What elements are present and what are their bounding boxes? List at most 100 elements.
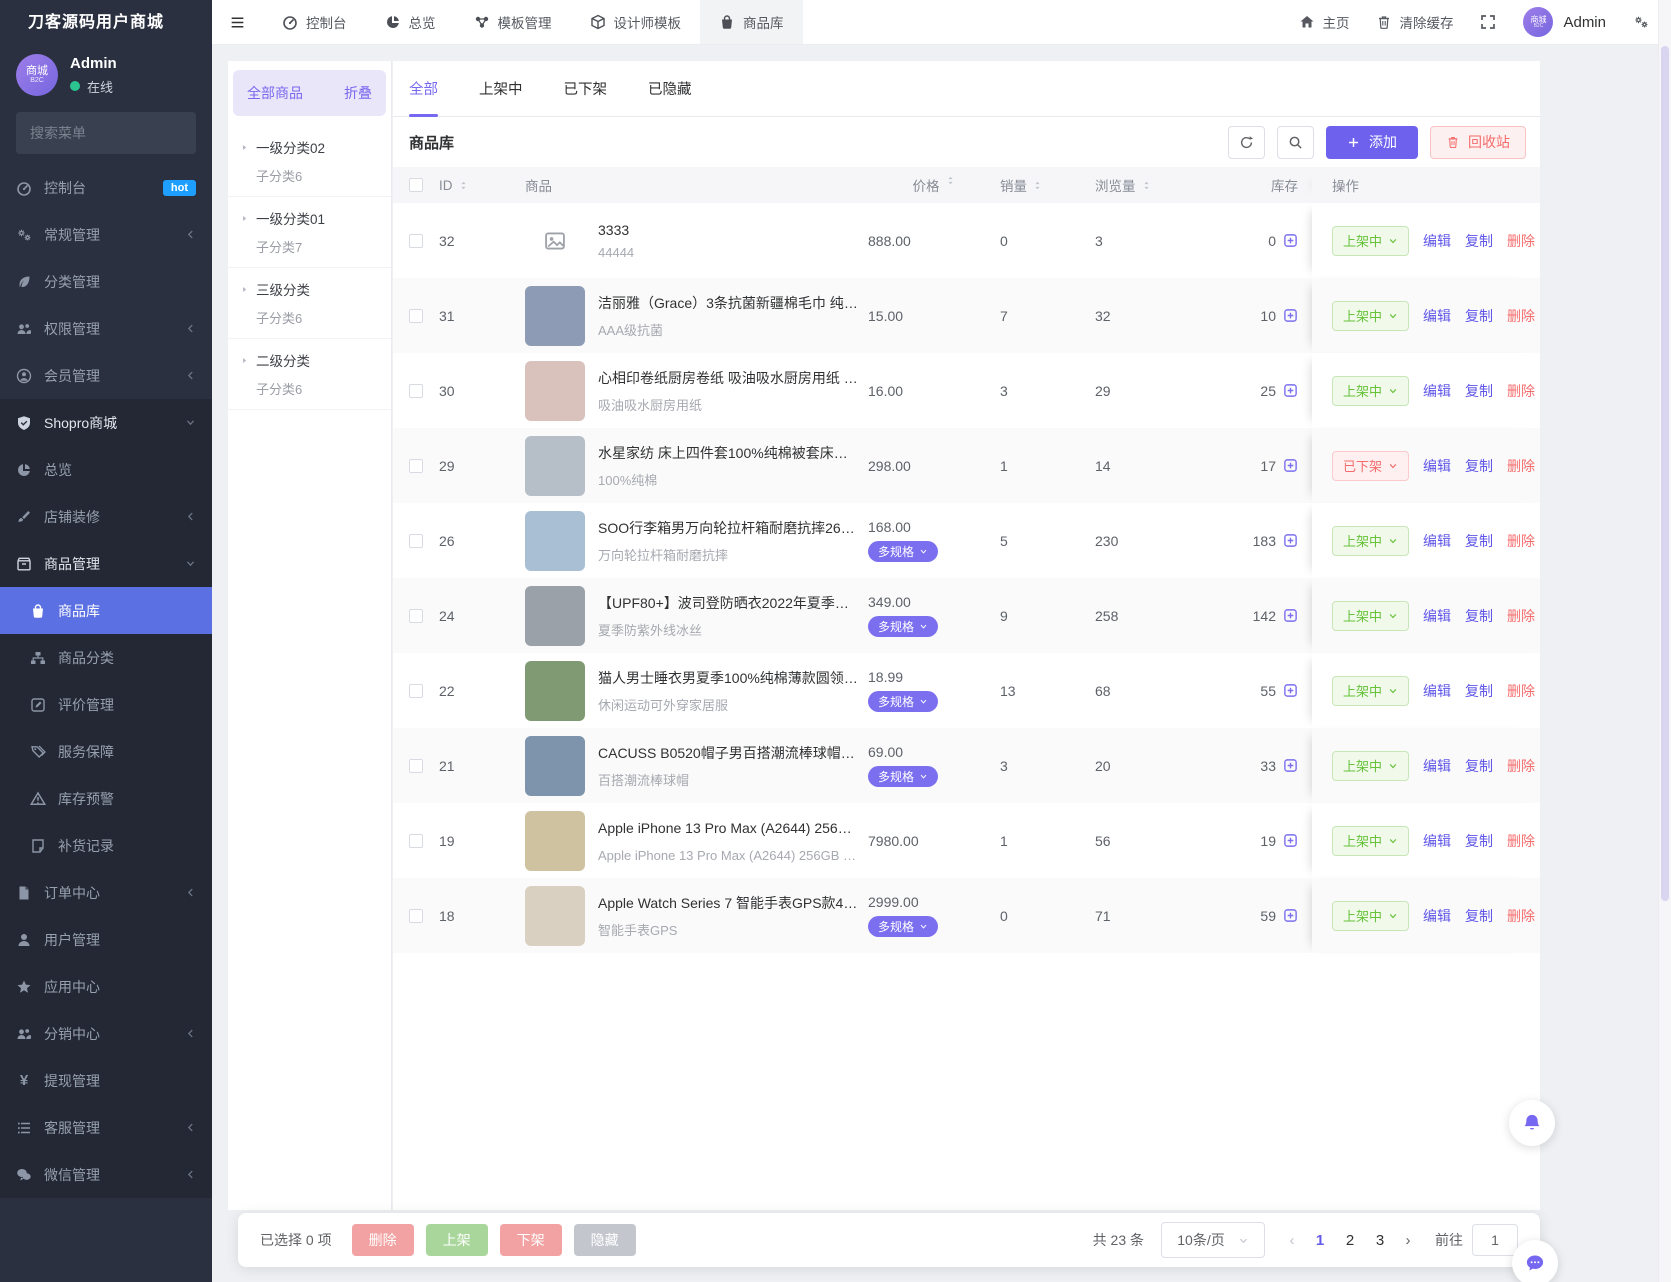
product-image[interactable] — [525, 810, 585, 871]
page-number-2[interactable]: 2 — [1335, 1232, 1365, 1249]
sidebar-item[interactable]: 评价管理 — [0, 681, 212, 728]
column-price[interactable]: 价格 — [913, 175, 940, 195]
product-title[interactable]: 3333 — [598, 222, 860, 238]
stock-edit-icon[interactable] — [1283, 833, 1298, 848]
edit-link[interactable]: 编辑 — [1423, 306, 1451, 326]
settings-gears-icon[interactable] — [1633, 14, 1649, 30]
all-products-label[interactable]: 全部商品 — [247, 83, 303, 103]
fullscreen-icon[interactable] — [1480, 14, 1496, 30]
status-select[interactable]: 上架中 — [1332, 825, 1410, 856]
product-title[interactable]: SOO行李箱男万向轮拉杆箱耐磨抗摔26英寸A330旅... — [598, 518, 860, 538]
sidebar-item[interactable]: 商品管理 — [0, 540, 212, 587]
category-tree-item[interactable]: 二级分类 子分类6 — [228, 339, 391, 410]
sidebar-item[interactable]: 用户管理 — [0, 916, 212, 963]
page-size-select[interactable]: 10条/页 — [1161, 1222, 1265, 1258]
edit-link[interactable]: 编辑 — [1423, 831, 1451, 851]
sidebar-item[interactable]: 客服管理 — [0, 1104, 212, 1151]
prev-page-button[interactable]: ‹ — [1279, 1232, 1305, 1249]
edit-link[interactable]: 编辑 — [1423, 756, 1451, 776]
avatar[interactable]: 商城 B2C — [16, 54, 58, 96]
edit-link[interactable]: 编辑 — [1423, 231, 1451, 251]
status-select[interactable]: 上架中 — [1332, 675, 1410, 706]
sidebar-item[interactable]: 补货记录 — [0, 822, 212, 869]
status-select[interactable]: 上架中 — [1332, 225, 1410, 256]
topbar-tab[interactable]: 模板管理 — [455, 0, 571, 44]
sidebar-item[interactable]: 库存预警 — [0, 775, 212, 822]
stock-edit-icon[interactable] — [1283, 758, 1298, 773]
admin-profile[interactable]: 商城 B2C Admin — [1523, 7, 1606, 37]
column-views[interactable]: 浏览量 — [1095, 175, 1136, 195]
page-number-3[interactable]: 3 — [1365, 1232, 1395, 1249]
stock-edit-icon[interactable] — [1283, 683, 1298, 698]
tab-上架中[interactable]: 上架中 — [479, 61, 523, 116]
delete-link[interactable]: 删除 — [1507, 756, 1535, 776]
bulk-上架-button[interactable]: 上架 — [425, 1224, 488, 1256]
copy-link[interactable]: 复制 — [1465, 531, 1493, 551]
row-checkbox[interactable] — [409, 683, 423, 698]
sidebar-item[interactable]: 微信管理 — [0, 1151, 212, 1198]
sidebar-item[interactable]: Shopro商城 — [0, 399, 212, 446]
multi-spec-badge[interactable]: 多规格 — [868, 916, 939, 937]
copy-link[interactable]: 复制 — [1465, 381, 1493, 401]
scrollbar-thumb[interactable] — [1661, 46, 1669, 901]
topbar-tab[interactable]: 控制台 — [263, 0, 366, 44]
edit-link[interactable]: 编辑 — [1423, 906, 1451, 926]
product-image[interactable] — [525, 585, 585, 646]
caret-right-icon[interactable] — [240, 285, 249, 294]
multi-spec-badge[interactable]: 多规格 — [868, 691, 939, 712]
edit-link[interactable]: 编辑 — [1423, 606, 1451, 626]
sidebar-item[interactable]: 商品库 — [0, 587, 212, 634]
delete-link[interactable]: 删除 — [1507, 231, 1535, 251]
stock-edit-icon[interactable] — [1283, 533, 1298, 548]
sidebar-item[interactable]: 商品分类 — [0, 634, 212, 681]
product-image[interactable] — [525, 285, 585, 346]
status-select[interactable]: 上架中 — [1332, 375, 1410, 406]
status-select[interactable]: 上架中 — [1332, 600, 1410, 631]
next-page-button[interactable]: › — [1395, 1232, 1421, 1249]
notifications-fab[interactable] — [1509, 1100, 1555, 1146]
product-title[interactable]: 心相印卷纸厨房卷纸 吸油吸水厨房用纸 75节2卷纸巾... — [598, 368, 860, 388]
multi-spec-badge[interactable]: 多规格 — [868, 766, 939, 787]
caret-right-icon[interactable] — [240, 143, 249, 152]
delete-link[interactable]: 删除 — [1507, 681, 1535, 701]
product-title[interactable]: CACUSS B0520帽子男百搭潮流棒球帽女休闲户外鸭... — [598, 743, 860, 763]
status-select[interactable]: 上架中 — [1332, 750, 1410, 781]
column-id[interactable]: ID — [439, 178, 453, 193]
home-link[interactable]: 主页 — [1299, 12, 1349, 32]
clear-cache-button[interactable]: 清除缓存 — [1376, 12, 1453, 32]
delete-link[interactable]: 删除 — [1507, 906, 1535, 926]
copy-link[interactable]: 复制 — [1465, 456, 1493, 476]
row-checkbox[interactable] — [409, 908, 423, 923]
delete-link[interactable]: 删除 — [1507, 306, 1535, 326]
topbar-tab[interactable]: 商品库 — [700, 0, 803, 44]
sidebar-item[interactable]: 店铺装修 — [0, 493, 212, 540]
category-tree-item[interactable]: 一级分类02 子分类6 — [228, 126, 391, 197]
bulk-删除-button[interactable]: 删除 — [351, 1224, 414, 1256]
sort-icon[interactable] — [458, 180, 469, 191]
category-child[interactable]: 子分类6 — [256, 379, 383, 398]
search-button[interactable] — [1277, 125, 1314, 159]
copy-link[interactable]: 复制 — [1465, 906, 1493, 926]
sort-icon[interactable] — [1141, 180, 1152, 191]
sidebar-item[interactable]: 会员管理 — [0, 352, 212, 399]
status-select[interactable]: 已下架 — [1332, 450, 1410, 481]
sidebar-item[interactable]: ¥ 提现管理 — [0, 1057, 212, 1104]
product-title[interactable]: 水星家纺 床上四件套100%纯棉被套床单枕套床上用... — [598, 443, 860, 463]
product-title[interactable]: 洁丽雅（Grace）3条抗菌新疆棉毛巾 纯棉柔软家用... — [598, 293, 860, 313]
add-button[interactable]: 添加 — [1326, 125, 1418, 159]
row-checkbox[interactable] — [409, 758, 423, 773]
sidebar-item[interactable]: 应用中心 — [0, 963, 212, 1010]
product-image[interactable] — [525, 660, 585, 721]
sort-icon[interactable] — [1032, 180, 1043, 191]
sidebar-item[interactable]: 服务保障 — [0, 728, 212, 775]
caret-right-icon[interactable] — [240, 356, 249, 365]
bulk-隐藏-button[interactable]: 隐藏 — [573, 1224, 636, 1256]
stock-edit-icon[interactable] — [1283, 308, 1298, 323]
page-number-1[interactable]: 1 — [1305, 1232, 1335, 1249]
product-image[interactable] — [525, 885, 585, 946]
column-sales[interactable]: 销量 — [1000, 175, 1027, 195]
row-checkbox[interactable] — [409, 608, 423, 623]
tab-已下架[interactable]: 已下架 — [564, 61, 608, 116]
row-checkbox[interactable] — [409, 833, 423, 848]
topbar-tab[interactable]: 设计师模板 — [571, 0, 701, 44]
